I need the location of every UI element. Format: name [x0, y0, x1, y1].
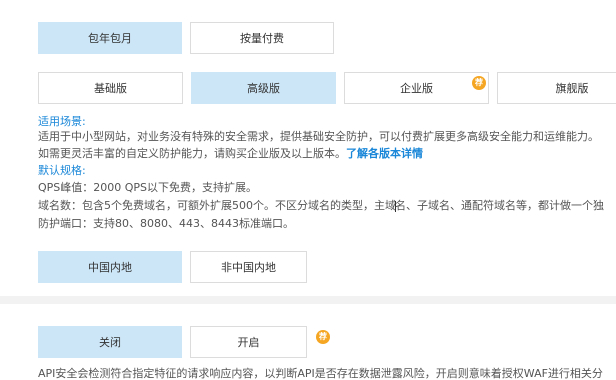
region-option-mainland[interactable]: 中国内地 — [38, 251, 182, 283]
spec-title: 默认规格: — [38, 164, 86, 177]
recommend-badge: 荐 — [316, 330, 330, 344]
qps-spec: QPS峰值：2000 QPS以下免费，支持扩展。 — [38, 181, 258, 194]
recommend-badge: 荐 — [472, 76, 486, 90]
edition-option-flagship[interactable]: 旗舰版 — [497, 72, 616, 104]
config-card: 包年包月 按量付费 基础版 高级版 企业版 荐 旗舰版 适用场景: 适用于中小型… — [0, 0, 616, 296]
api-security-on-option[interactable]: 开启 — [190, 326, 307, 358]
edition-option-basic[interactable]: 基础版 — [38, 72, 183, 104]
scenario-line-1: 适用于中小型网站，对业务没有特殊的安全需求，提供基础安全防护，可以付费扩展更多高… — [38, 130, 599, 143]
api-security-description: API安全会检测符合指定特征的请求响应内容，以判断API是否存在数据泄露风险，开… — [38, 367, 603, 380]
port-spec: 防护端口：支持80、8080、443、8443标准端口。 — [38, 217, 294, 230]
domain-spec-text-b: 名、子域名、通配符域名等，都计做一个独 — [395, 199, 604, 212]
edition-option-advanced[interactable]: 高级版 — [191, 72, 336, 104]
edition-details-link[interactable]: 了解各版本详情 — [346, 147, 423, 160]
purchase-config-page: 包年包月 按量付费 基础版 高级版 企业版 荐 旗舰版 适用场景: 适用于中小型… — [0, 0, 616, 380]
scenario-line-2-text: 如需更灵活丰富的自定义防护能力，请购买企业版及以上版本。 — [38, 147, 346, 160]
edition-option-enterprise[interactable]: 企业版 — [344, 72, 489, 104]
domain-spec-text-a: 域名数：包含5个免费域名，可额外扩展500个。不区分域名的类型，主域 — [38, 199, 396, 212]
region-option-outside-mainland[interactable]: 非中国内地 — [190, 251, 307, 283]
domain-spec: 域名数：包含5个免费域名，可额外扩展500个。不区分域名的类型，主域名、子域名、… — [38, 198, 604, 213]
api-security-card: 关闭 开启 荐 API安全会检测符合指定特征的请求响应内容，以判断API是否存在… — [0, 304, 616, 380]
scenario-line-2: 如需更灵活丰富的自定义防护能力，请购买企业版及以上版本。了解各版本详情 — [38, 146, 423, 161]
scenario-title: 适用场景: — [38, 115, 86, 128]
billing-option-pay-as-you-go[interactable]: 按量付费 — [190, 22, 334, 54]
api-security-off-option[interactable]: 关闭 — [38, 326, 182, 358]
billing-option-subscription[interactable]: 包年包月 — [38, 22, 182, 54]
